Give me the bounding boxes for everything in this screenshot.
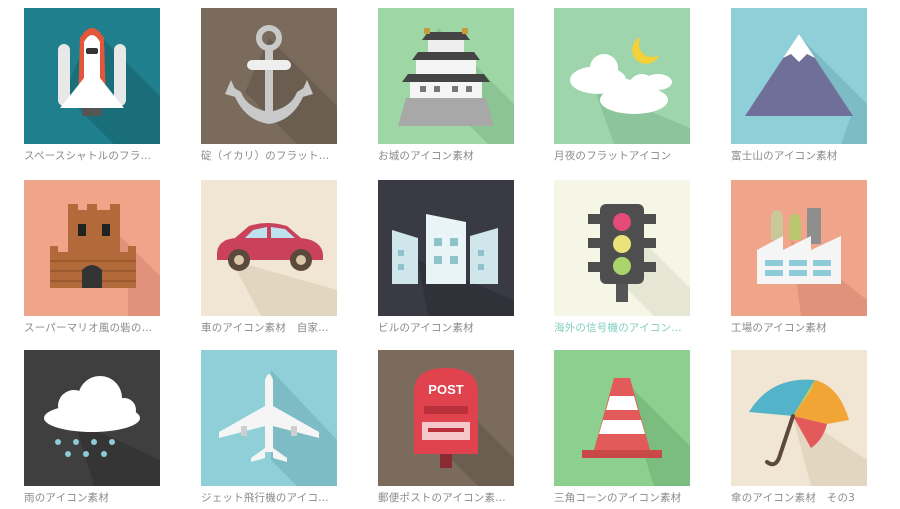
gallery-item[interactable]: 工場のアイコン素材 [731, 180, 867, 335]
anchor-icon [201, 8, 337, 144]
tile-fortress[interactable] [24, 180, 160, 316]
gallery-item[interactable]: POST 郵便ポストのアイコン素… [378, 350, 514, 505]
tile-space-shuttle[interactable] [24, 8, 160, 144]
item-label[interactable]: 雨のアイコン素材 [24, 492, 164, 505]
space-shuttle-icon [24, 8, 160, 144]
item-label[interactable]: 碇（イカリ）のフラット… [201, 150, 341, 163]
item-label[interactable]: 車のアイコン素材 自家… [201, 322, 341, 335]
traffic-cone-icon [554, 350, 690, 486]
mailbox-icon: POST [378, 350, 514, 486]
tile-airplane[interactable] [201, 350, 337, 486]
gallery-item[interactable]: お城のアイコン素材 [378, 8, 514, 163]
gallery-item[interactable]: 富士山のアイコン素材 [731, 8, 867, 163]
gallery-item[interactable]: 碇（イカリ）のフラット… [201, 8, 337, 163]
gallery-item[interactable]: 傘のアイコン素材 その3 [731, 350, 867, 505]
factory-icon [731, 180, 867, 316]
tile-buildings[interactable] [378, 180, 514, 316]
car-icon [201, 180, 337, 316]
item-label[interactable]: スーパーマリオ風の砦の… [24, 322, 164, 335]
tile-mount-fuji[interactable] [731, 8, 867, 144]
gallery-item[interactable]: スーパーマリオ風の砦の… [24, 180, 160, 335]
tile-castle[interactable] [378, 8, 514, 144]
gallery-item[interactable]: 車のアイコン素材 自家… [201, 180, 337, 335]
item-label[interactable]: お城のアイコン素材 [378, 150, 518, 163]
gallery-item[interactable]: 雨のアイコン素材 [24, 350, 160, 505]
icon-gallery: スペースシャトルのフラ… 碇（イカリ）のフラット… お城のアイコン素材 月夜のフ… [0, 0, 900, 509]
tile-mailbox[interactable]: POST [378, 350, 514, 486]
gallery-item[interactable]: 月夜のフラットアイコン [554, 8, 690, 163]
tile-rain-cloud[interactable] [24, 350, 160, 486]
moon-night-icon [554, 8, 690, 144]
umbrella-icon [731, 350, 867, 486]
traffic-light-icon [554, 180, 690, 316]
tile-factory[interactable] [731, 180, 867, 316]
item-label[interactable]: 月夜のフラットアイコン [554, 150, 694, 163]
tile-umbrella[interactable] [731, 350, 867, 486]
mount-fuji-icon [731, 8, 867, 144]
tile-moon-night[interactable] [554, 8, 690, 144]
item-label[interactable]: 工場のアイコン素材 [731, 322, 871, 335]
item-label[interactable]: 郵便ポストのアイコン素… [378, 492, 518, 505]
item-label[interactable]: ビルのアイコン素材 [378, 322, 518, 335]
tile-traffic-light[interactable] [554, 180, 690, 316]
item-label[interactable]: スペースシャトルのフラ… [24, 150, 164, 163]
gallery-item[interactable]: ジェット飛行機のアイコ… [201, 350, 337, 505]
item-label[interactable]: 富士山のアイコン素材 [731, 150, 871, 163]
rain-cloud-icon [24, 350, 160, 486]
item-label[interactable]: 海外の信号機のアイコン… [554, 322, 694, 335]
tile-traffic-cone[interactable] [554, 350, 690, 486]
castle-icon [378, 8, 514, 144]
item-label[interactable]: 傘のアイコン素材 その3 [731, 492, 871, 505]
post-text: POST [428, 382, 463, 397]
gallery-item[interactable]: 三角コーンのアイコン素材 [554, 350, 690, 505]
fortress-icon [24, 180, 160, 316]
item-label[interactable]: 三角コーンのアイコン素材 [554, 492, 694, 505]
gallery-item[interactable]: ビルのアイコン素材 [378, 180, 514, 335]
tile-car[interactable] [201, 180, 337, 316]
tile-anchor[interactable] [201, 8, 337, 144]
airplane-icon [201, 350, 337, 486]
gallery-item[interactable]: 海外の信号機のアイコン… [554, 180, 690, 335]
gallery-item[interactable]: スペースシャトルのフラ… [24, 8, 160, 163]
buildings-icon [378, 180, 514, 316]
item-label[interactable]: ジェット飛行機のアイコ… [201, 492, 341, 505]
